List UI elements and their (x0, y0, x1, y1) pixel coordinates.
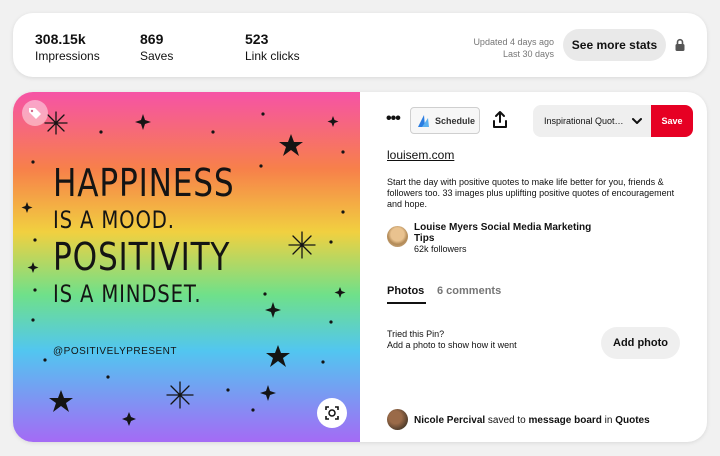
impressions-label: Impressions (35, 49, 100, 63)
activity-preposition: in (601, 415, 616, 426)
activity-section[interactable]: Quotes (615, 415, 649, 426)
quote-line-1: HAPPINESS (53, 161, 235, 205)
saves-label: Saves (140, 49, 174, 63)
updated-text: Updated 4 days ago (473, 37, 554, 47)
product-tag-button[interactable] (22, 100, 48, 126)
chevron-down-icon (632, 118, 642, 124)
quote-line-2: IS A MOOD. (53, 206, 175, 234)
tried-subtitle: Add a photo to show how it went (387, 340, 517, 350)
activity-user[interactable]: Nicole Percival (414, 415, 485, 426)
save-button[interactable]: Save (651, 105, 693, 137)
creator-avatar[interactable] (387, 226, 408, 247)
source-link[interactable]: louisem.com (387, 148, 454, 162)
schedule-button[interactable]: Schedule (410, 107, 480, 134)
period-text: Last 30 days (502, 49, 554, 59)
link-clicks-stat: 523 Link clicks (245, 31, 300, 64)
more-options-button[interactable]: ••• (386, 110, 401, 128)
activity-verb: saved to (485, 415, 529, 426)
lock-icon (675, 38, 685, 51)
saves-value: 869 (140, 31, 164, 47)
pin-description: Start the day with positive quotes to ma… (387, 177, 675, 209)
saves-stat: 869 Saves (140, 31, 173, 64)
pin-image[interactable]: HAPPINESS IS A MOOD. POSITIVITY IS A MIN… (13, 92, 360, 442)
quote-line-4: IS A MINDSET. (53, 280, 202, 308)
activity-avatar[interactable] (387, 409, 408, 430)
tab-comments[interactable]: 6 comments (437, 285, 501, 297)
impressions-stat: 308.15k Impressions (35, 31, 100, 64)
board-selector[interactable]: Inspirational Quot… (533, 105, 653, 137)
quote-line-3: POSITIVITY (53, 235, 231, 279)
tried-title: Tried this Pin? (387, 329, 445, 339)
see-more-stats-button[interactable]: See more stats (563, 29, 666, 61)
link-clicks-value: 523 (245, 31, 269, 47)
active-tab-indicator (387, 302, 426, 304)
stats-card: 308.15k Impressions 869 Saves 523 Link c… (13, 13, 707, 77)
activity-board[interactable]: message board (529, 415, 602, 426)
board-name: Inspirational Quot… (544, 116, 624, 126)
creator-followers: 62k followers (414, 244, 467, 254)
quote-handle: @POSITIVELYPRESENT (53, 346, 177, 357)
impressions-value: 308.15k (35, 31, 86, 47)
add-photo-button[interactable]: Add photo (601, 327, 680, 359)
tailwind-logo-icon (418, 115, 429, 127)
creator-name[interactable]: Louise Myers Social Media Marketing Tips (414, 222, 614, 244)
lens-icon (325, 406, 339, 420)
activity-line: Nicole Percival saved to message board i… (414, 415, 650, 426)
share-icon[interactable] (491, 110, 509, 130)
pin-card: HAPPINESS IS A MOOD. POSITIVITY IS A MIN… (13, 92, 707, 442)
schedule-label: Schedule (435, 116, 476, 126)
tag-icon (29, 108, 41, 119)
visual-search-button[interactable] (317, 398, 347, 428)
stats-updated: Updated 4 days ago Last 30 days (473, 36, 554, 60)
link-clicks-label: Link clicks (245, 49, 300, 63)
tab-photos[interactable]: Photos (387, 285, 424, 297)
quote-text: HAPPINESS IS A MOOD. POSITIVITY IS A MIN… (53, 162, 274, 310)
